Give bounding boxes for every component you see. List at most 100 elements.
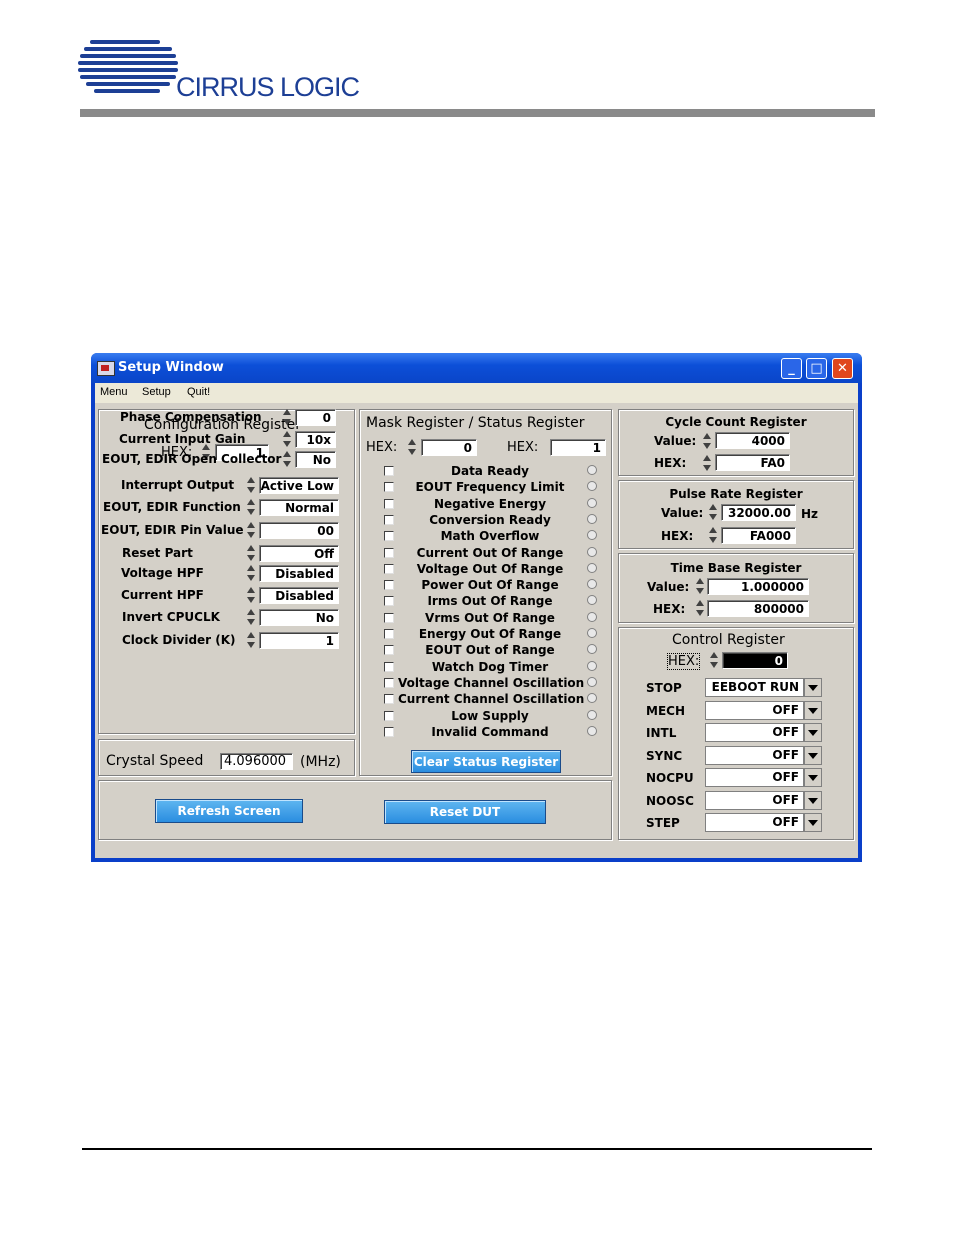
- config-field-3[interactable]: Active Low: [259, 477, 339, 494]
- chevron-down-icon[interactable]: [804, 768, 822, 787]
- cycle-hex-label: HEX:: [654, 456, 687, 470]
- chevron-down-icon[interactable]: [804, 813, 822, 832]
- status-label-1: EOUT Frequency Limit: [415, 480, 565, 495]
- mask-hex-spinner[interactable]: [407, 438, 417, 457]
- config-spinner-2[interactable]: [282, 450, 292, 469]
- config-spinner-9[interactable]: [246, 608, 256, 627]
- mask-checkbox-1[interactable]: [384, 482, 394, 493]
- mask-checkbox-7[interactable]: [384, 580, 394, 591]
- mask-checkbox-10[interactable]: [384, 629, 394, 639]
- mask-checkbox-2[interactable]: [384, 498, 394, 509]
- chevron-down-icon[interactable]: [804, 700, 822, 720]
- mask-checkbox-0[interactable]: [384, 466, 394, 476]
- mask-checkbox-11[interactable]: [384, 645, 394, 656]
- timebase-hex-field[interactable]: 800000: [707, 600, 809, 617]
- chevron-down-icon[interactable]: [804, 678, 822, 697]
- mask-checkbox-6[interactable]: [384, 563, 394, 574]
- status-label-15: Low Supply: [451, 708, 529, 723]
- crystal-speed-unit: (MHz): [300, 754, 341, 770]
- status-label-0: Data Ready: [451, 464, 529, 478]
- timebase-value-field[interactable]: 1.000000: [707, 578, 809, 595]
- minimize-button[interactable]: _: [781, 358, 802, 379]
- control-register-title: Control Register: [672, 632, 785, 648]
- pulse-hex-spinner[interactable]: [708, 526, 718, 545]
- mask-checkbox-16[interactable]: [384, 726, 394, 737]
- title-bar[interactable]: Setup Window _ □ ✕: [91, 353, 862, 383]
- reset-dut-button[interactable]: Reset DUT: [384, 800, 546, 824]
- pulse-value-field[interactable]: 32000.00: [721, 504, 796, 521]
- mask-hex-field[interactable]: 0: [421, 439, 477, 456]
- config-field-6[interactable]: Off: [259, 545, 339, 562]
- mask-checkbox-13[interactable]: [384, 677, 394, 688]
- mask-checkbox-4[interactable]: [384, 531, 394, 542]
- control-hex-spinner[interactable]: [709, 651, 719, 670]
- config-spinner-8[interactable]: [246, 586, 256, 605]
- control-dropdown-value: OFF: [705, 813, 804, 832]
- cycle-hex-field[interactable]: FA0: [715, 454, 790, 471]
- status-label-6: Voltage Out Of Range: [416, 561, 564, 576]
- control-dropdown-mech[interactable]: OFF: [705, 700, 822, 720]
- config-spinner-3[interactable]: [246, 476, 256, 495]
- crystal-speed-field[interactable]: 4.096000: [220, 753, 293, 770]
- cycle-value-label: Value:: [654, 434, 697, 448]
- config-spinner-4[interactable]: [246, 498, 256, 517]
- chevron-down-icon[interactable]: [804, 723, 822, 742]
- config-spinner-6[interactable]: [246, 544, 256, 563]
- control-dropdown-nocpu[interactable]: OFF: [705, 768, 822, 787]
- menu-quit[interactable]: Quit!: [187, 386, 210, 398]
- control-dropdown-stop[interactable]: EEBOOT RUN: [705, 678, 822, 697]
- config-field-4[interactable]: Normal: [259, 499, 339, 516]
- config-spinner-0[interactable]: [282, 408, 292, 427]
- config-spinner-1[interactable]: [282, 430, 292, 449]
- mask-checkbox-9[interactable]: [384, 612, 394, 623]
- status-label-7: Power Out Of Range: [421, 578, 559, 593]
- control-dropdown-sync[interactable]: OFF: [705, 745, 822, 765]
- config-spinner-7[interactable]: [246, 564, 256, 583]
- config-field-10[interactable]: 1: [259, 632, 339, 649]
- config-field-2[interactable]: No: [295, 451, 336, 468]
- close-button[interactable]: ✕: [832, 358, 853, 379]
- config-label-4: EOUT, EDIR Function: [103, 500, 241, 514]
- cycle-value-spinner[interactable]: [702, 432, 712, 451]
- config-spinner-5[interactable]: [246, 521, 256, 540]
- control-label-noosc: NOOSC: [646, 793, 694, 808]
- mask-checkbox-15[interactable]: [384, 710, 394, 721]
- config-field-9[interactable]: No: [259, 609, 339, 626]
- timebase-hex-spinner[interactable]: [695, 599, 705, 618]
- menu-setup[interactable]: Setup: [142, 386, 171, 398]
- clear-status-register-button[interactable]: Clear Status Register: [411, 750, 561, 773]
- status-label-2: Negative Energy: [433, 496, 547, 511]
- pulse-hex-field[interactable]: FA000: [721, 527, 796, 544]
- control-dropdown-value: OFF: [705, 700, 804, 720]
- config-field-1[interactable]: 10x: [295, 431, 336, 448]
- pulse-value-spinner[interactable]: [708, 503, 718, 522]
- control-dropdown-noosc[interactable]: OFF: [705, 790, 822, 810]
- config-field-8[interactable]: Disabled: [259, 587, 339, 604]
- config-label-5: EOUT, EDIR Pin Value: [101, 523, 244, 537]
- mask-checkbox-3[interactable]: [384, 514, 394, 525]
- config-field-5[interactable]: 00: [259, 522, 339, 539]
- cycle-hex-spinner[interactable]: [702, 454, 712, 473]
- config-field-7[interactable]: Disabled: [259, 565, 339, 582]
- mask-checkbox-5[interactable]: [384, 547, 394, 558]
- menu-menu[interactable]: Menu: [100, 386, 128, 398]
- status-led-6: [587, 562, 597, 573]
- chevron-down-icon[interactable]: [804, 790, 822, 810]
- cycle-value-field[interactable]: 4000: [715, 432, 790, 449]
- refresh-screen-button[interactable]: Refresh Screen: [155, 799, 303, 823]
- status-label-3: Conversion Ready: [429, 512, 551, 527]
- control-hex-field[interactable]: 0: [722, 652, 788, 669]
- control-dropdown-step[interactable]: OFF: [705, 813, 822, 832]
- maximize-button[interactable]: □: [806, 358, 827, 379]
- mask-checkbox-12[interactable]: [384, 661, 394, 672]
- control-label-mech: MECH: [646, 703, 685, 718]
- mask-checkbox-8[interactable]: [384, 596, 394, 607]
- control-dropdown-intl[interactable]: OFF: [705, 723, 822, 742]
- config-field-0[interactable]: 0: [295, 409, 336, 426]
- timebase-value-spinner[interactable]: [695, 577, 705, 596]
- config-spinner-10[interactable]: [246, 631, 256, 650]
- chevron-down-icon[interactable]: [804, 745, 822, 765]
- status-led-12: [587, 660, 597, 671]
- mask-checkbox-14[interactable]: [384, 694, 394, 705]
- config-label-1: Current Input Gain: [119, 432, 246, 446]
